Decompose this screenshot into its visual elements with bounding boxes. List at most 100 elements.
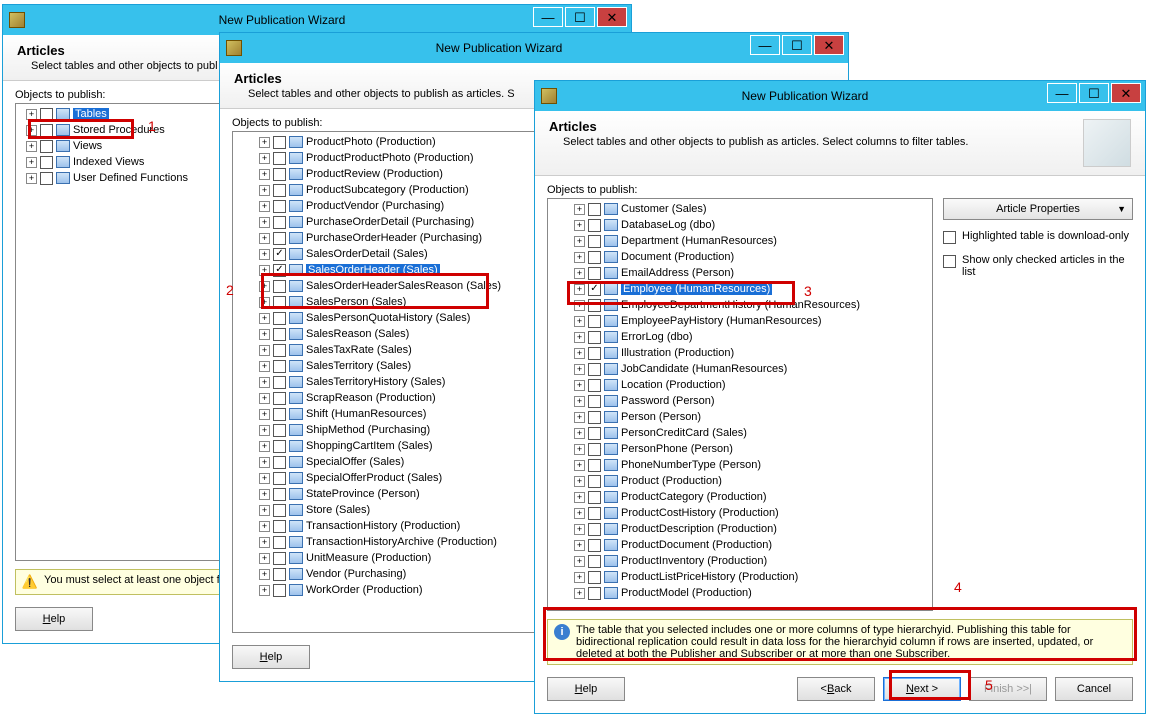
expand-icon[interactable]: + xyxy=(574,524,585,535)
maximize-button[interactable]: ☐ xyxy=(565,7,595,27)
expand-icon[interactable]: + xyxy=(259,441,270,452)
checkbox-icon[interactable] xyxy=(273,216,286,229)
tree-item[interactable]: +DatabaseLog (dbo) xyxy=(550,217,930,233)
close-button[interactable]: ✕ xyxy=(597,7,627,27)
checkbox-icon[interactable] xyxy=(588,315,601,328)
tree-item[interactable]: +ProductDescription (Production) xyxy=(550,521,930,537)
expand-icon[interactable]: + xyxy=(574,300,585,311)
article-properties-combo[interactable]: Article Properties xyxy=(943,198,1133,220)
expand-icon[interactable]: + xyxy=(574,588,585,599)
checkbox-icon[interactable] xyxy=(588,219,601,232)
expand-icon[interactable]: + xyxy=(574,252,585,263)
next-button[interactable]: Next > xyxy=(883,677,961,701)
checkbox-icon[interactable] xyxy=(588,507,601,520)
tree-item[interactable]: +EmployeePayHistory (HumanResources) xyxy=(550,313,930,329)
show-checked-option[interactable]: Show only checked articles in the list xyxy=(943,254,1133,278)
checkbox-icon[interactable] xyxy=(588,395,601,408)
expand-icon[interactable]: + xyxy=(259,569,270,580)
expand-icon[interactable]: + xyxy=(259,345,270,356)
checkbox-icon[interactable] xyxy=(588,491,601,504)
checkbox-icon[interactable] xyxy=(40,140,53,153)
checkbox-icon[interactable] xyxy=(273,536,286,549)
objects-tree[interactable]: +Customer (Sales)+DatabaseLog (dbo)+Depa… xyxy=(547,198,933,611)
checkbox-icon[interactable] xyxy=(273,200,286,213)
maximize-button[interactable]: ☐ xyxy=(1079,83,1109,103)
expand-icon[interactable]: + xyxy=(259,505,270,516)
expand-icon[interactable]: + xyxy=(574,364,585,375)
checkbox-icon[interactable] xyxy=(588,283,601,296)
checkbox-icon[interactable] xyxy=(273,472,286,485)
tree-item[interactable]: +Password (Person) xyxy=(550,393,930,409)
expand-icon[interactable]: + xyxy=(259,329,270,340)
back-button[interactable]: < Back xyxy=(797,677,875,701)
expand-icon[interactable]: + xyxy=(259,281,270,292)
help-button[interactable]: Help xyxy=(547,677,625,701)
checkbox-icon[interactable] xyxy=(273,568,286,581)
expand-icon[interactable]: + xyxy=(574,428,585,439)
expand-icon[interactable]: + xyxy=(574,460,585,471)
expand-icon[interactable]: + xyxy=(259,361,270,372)
checkbox-icon[interactable] xyxy=(588,539,601,552)
expand-icon[interactable]: + xyxy=(574,396,585,407)
expand-icon[interactable]: + xyxy=(259,297,270,308)
expand-icon[interactable]: + xyxy=(26,173,37,184)
expand-icon[interactable]: + xyxy=(574,556,585,567)
checkbox-icon[interactable] xyxy=(273,168,286,181)
minimize-button[interactable]: — xyxy=(533,7,563,27)
checkbox-icon[interactable] xyxy=(943,231,956,244)
expand-icon[interactable]: + xyxy=(259,217,270,228)
checkbox-icon[interactable] xyxy=(588,203,601,216)
checkbox-icon[interactable] xyxy=(588,251,601,264)
help-button[interactable]: Help xyxy=(232,645,310,669)
expand-icon[interactable]: + xyxy=(259,249,270,260)
tree-item[interactable]: +ProductListPriceHistory (Production) xyxy=(550,569,930,585)
checkbox-icon[interactable] xyxy=(588,443,601,456)
expand-icon[interactable]: + xyxy=(259,521,270,532)
checkbox-icon[interactable] xyxy=(588,363,601,376)
checkbox-icon[interactable] xyxy=(273,152,286,165)
expand-icon[interactable]: + xyxy=(574,572,585,583)
expand-icon[interactable]: + xyxy=(259,553,270,564)
expand-icon[interactable]: + xyxy=(574,380,585,391)
expand-icon[interactable]: + xyxy=(259,537,270,548)
checkbox-icon[interactable] xyxy=(588,379,601,392)
checkbox-icon[interactable] xyxy=(588,475,601,488)
tree-item[interactable]: +Illustration (Production) xyxy=(550,345,930,361)
close-button[interactable]: ✕ xyxy=(814,35,844,55)
expand-icon[interactable]: + xyxy=(259,233,270,244)
expand-icon[interactable]: + xyxy=(259,489,270,500)
checkbox-icon[interactable] xyxy=(588,427,601,440)
expand-icon[interactable]: + xyxy=(259,185,270,196)
expand-icon[interactable]: + xyxy=(26,109,37,120)
checkbox-icon[interactable] xyxy=(588,555,601,568)
tree-item[interactable]: +Employee (HumanResources) xyxy=(550,281,930,297)
checkbox-icon[interactable] xyxy=(588,523,601,536)
minimize-button[interactable]: — xyxy=(750,35,780,55)
minimize-button[interactable]: — xyxy=(1047,83,1077,103)
checkbox-icon[interactable] xyxy=(40,124,53,137)
checkbox-icon[interactable] xyxy=(273,520,286,533)
expand-icon[interactable]: + xyxy=(26,157,37,168)
tree-item[interactable]: +Person (Person) xyxy=(550,409,930,425)
checkbox-icon[interactable] xyxy=(273,184,286,197)
tree-item[interactable]: +ProductCategory (Production) xyxy=(550,489,930,505)
tree-item[interactable]: +Product (Production) xyxy=(550,473,930,489)
help-button[interactable]: Help xyxy=(15,607,93,631)
tree-item[interactable]: +PersonCreditCard (Sales) xyxy=(550,425,930,441)
expand-icon[interactable]: + xyxy=(574,236,585,247)
tree-item[interactable]: +PhoneNumberType (Person) xyxy=(550,457,930,473)
expand-icon[interactable]: + xyxy=(259,473,270,484)
checkbox-icon[interactable] xyxy=(273,392,286,405)
expand-icon[interactable]: + xyxy=(259,457,270,468)
checkbox-icon[interactable] xyxy=(273,296,286,309)
checkbox-icon[interactable] xyxy=(588,347,601,360)
checkbox-icon[interactable] xyxy=(588,459,601,472)
checkbox-icon[interactable] xyxy=(273,456,286,469)
expand-icon[interactable]: + xyxy=(574,332,585,343)
tree-item[interactable]: +EmailAddress (Person) xyxy=(550,265,930,281)
checkbox-icon[interactable] xyxy=(273,344,286,357)
checkbox-icon[interactable] xyxy=(273,376,286,389)
expand-icon[interactable]: + xyxy=(574,348,585,359)
checkbox-icon[interactable] xyxy=(40,108,53,121)
checkbox-icon[interactable] xyxy=(588,235,601,248)
